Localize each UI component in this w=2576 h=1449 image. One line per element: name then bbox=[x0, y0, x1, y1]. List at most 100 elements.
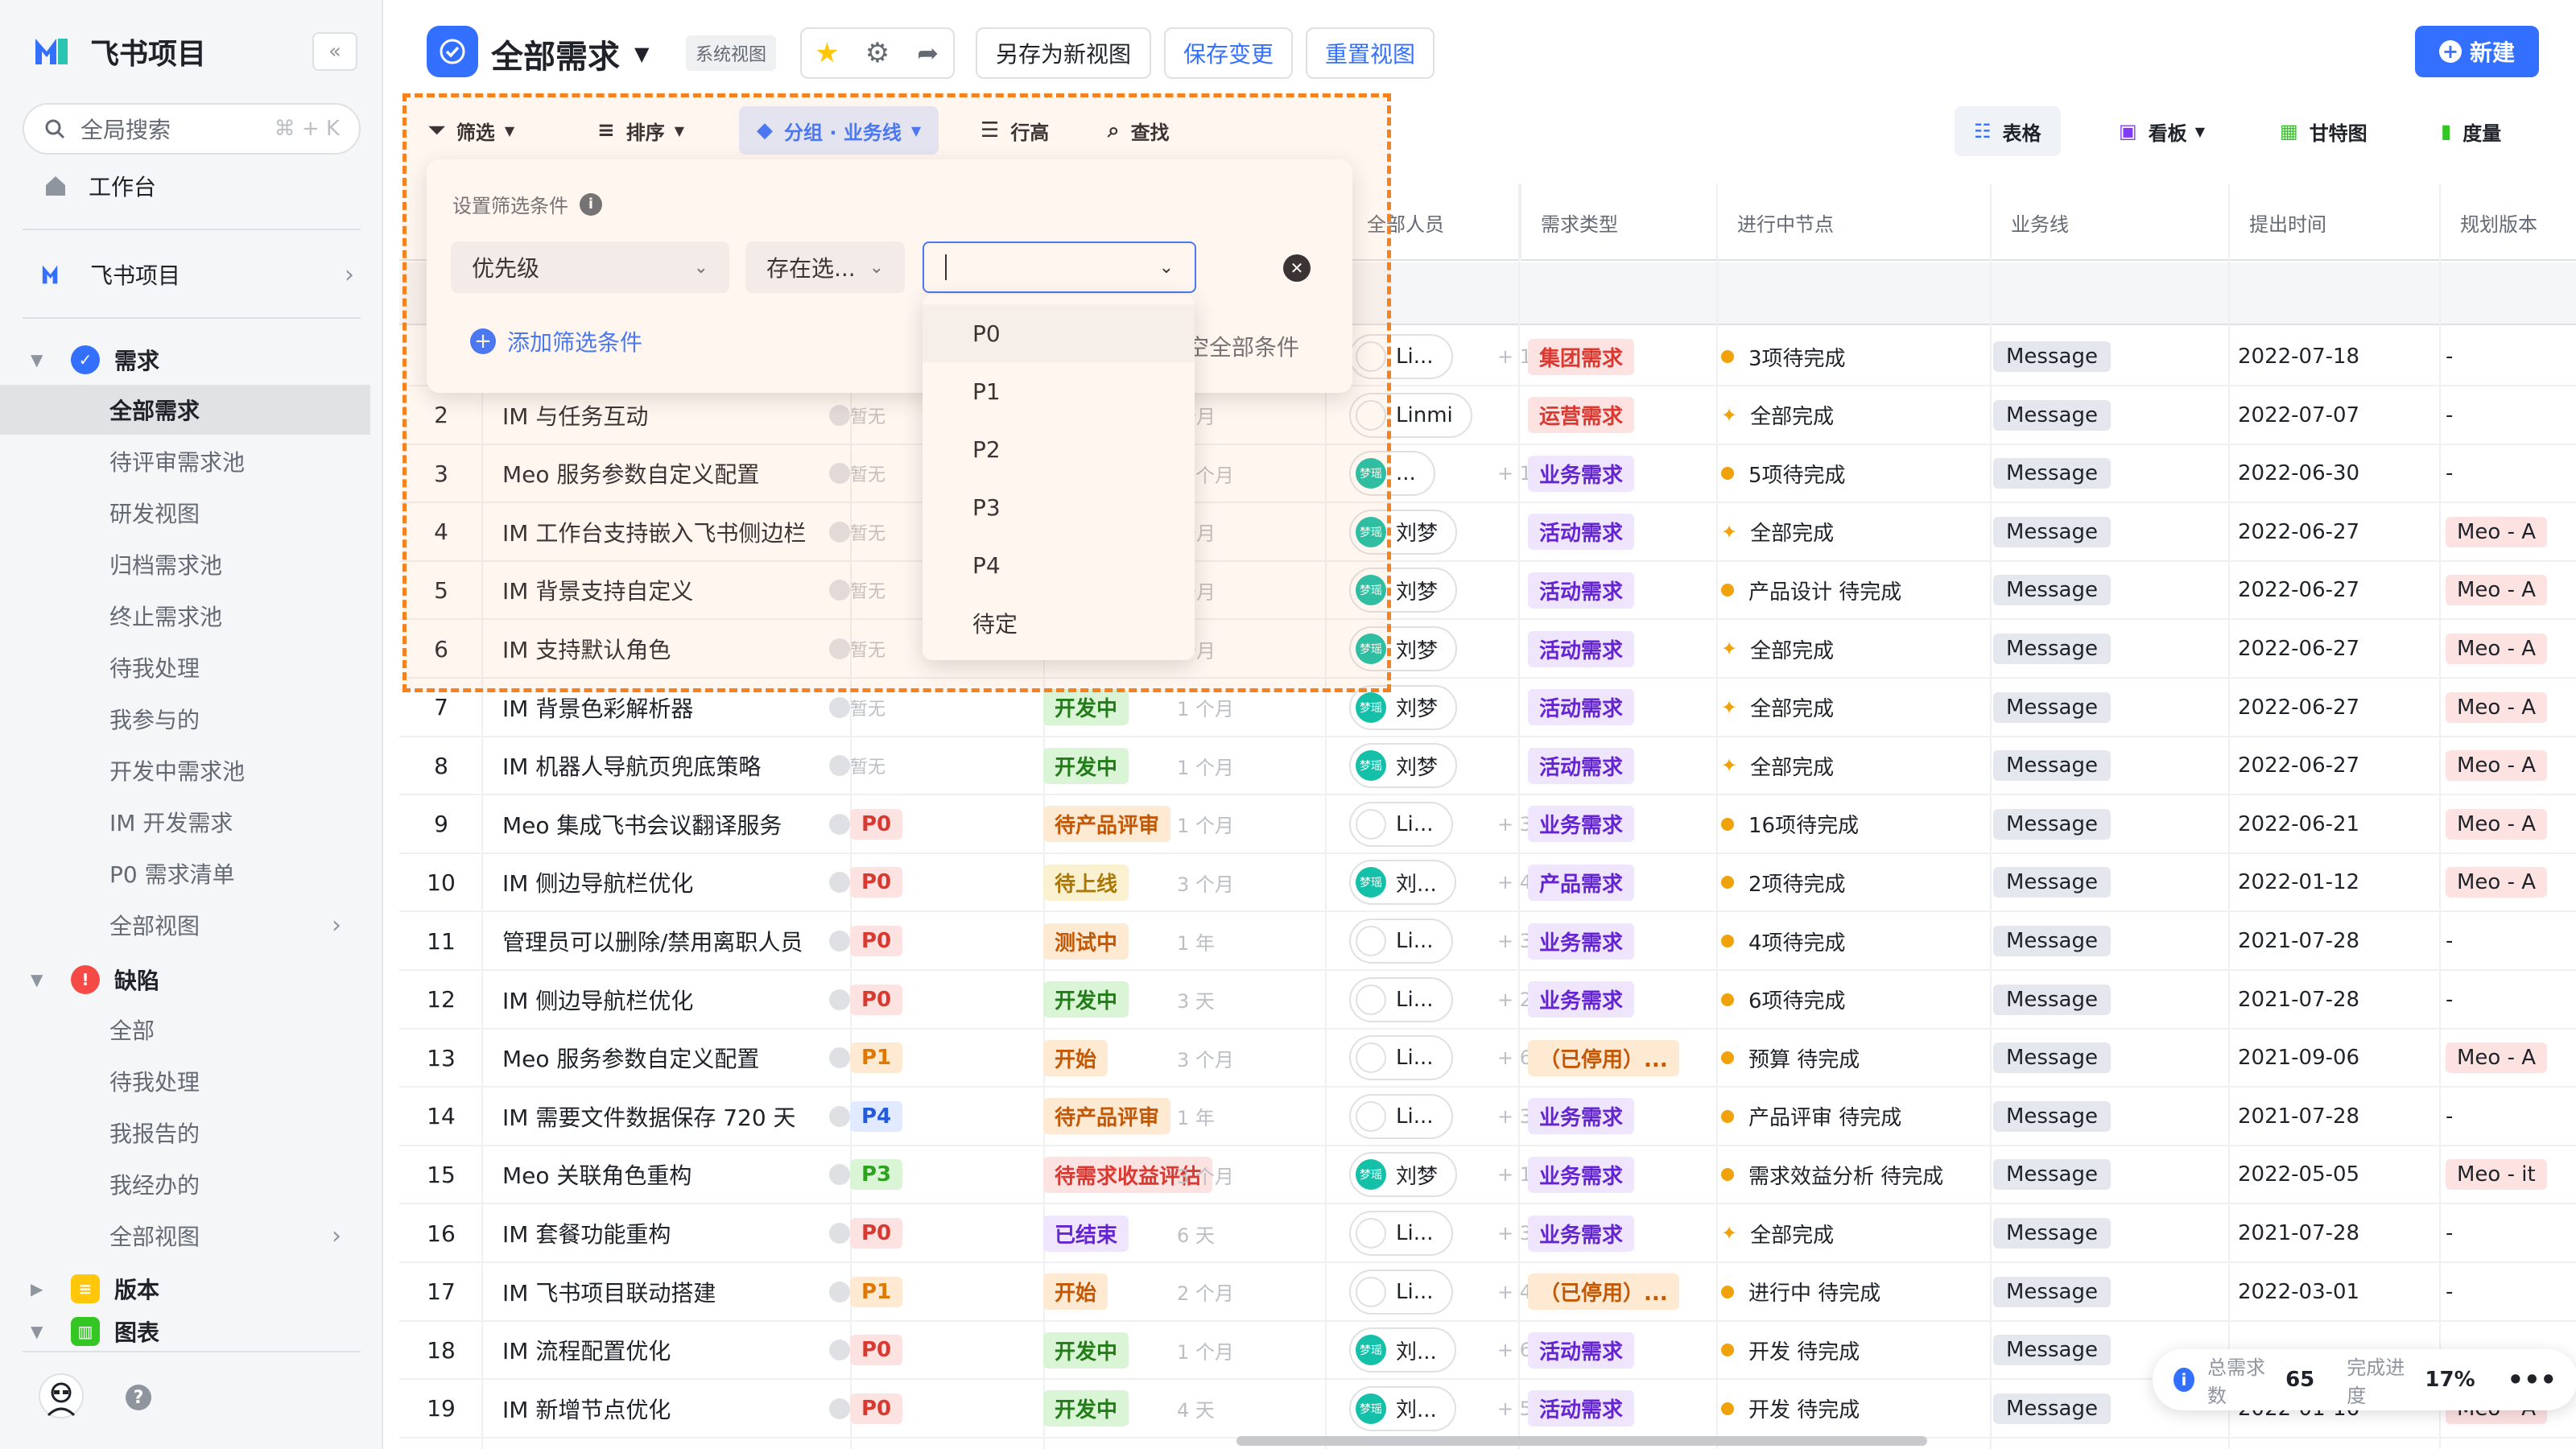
nav-all-requirements[interactable]: 全部需求 bbox=[0, 385, 370, 435]
people-cell[interactable]: 梦瑶 刘... bbox=[1349, 852, 1456, 912]
status-cell[interactable]: 待上线 bbox=[1043, 852, 1129, 912]
people-cell[interactable]: 梦瑶 刘梦 bbox=[1349, 678, 1458, 737]
table-row[interactable]: 3 Meo 服务参数自定义配置 暂无 1 个月 梦瑶... + 10 业务需求 5项待完成 Me… bbox=[399, 444, 2576, 504]
nav-bug-handled[interactable]: 我经办的 bbox=[0, 1159, 370, 1209]
node-cell[interactable]: ✦ 全部完成 bbox=[1721, 1203, 1834, 1263]
priority-cell[interactable]: 暂无 bbox=[850, 444, 886, 503]
biz-cell[interactable]: Message bbox=[1993, 502, 2111, 562]
priority-cell[interactable]: P0 bbox=[850, 795, 903, 854]
status-cell[interactable]: 开始 bbox=[1043, 1028, 1108, 1088]
biz-cell[interactable]: Message bbox=[1993, 970, 2111, 1030]
node-cell[interactable]: 6项待完成 bbox=[1721, 970, 1846, 1030]
user-avatar[interactable] bbox=[39, 1373, 84, 1418]
nav-p0-list[interactable]: P0 需求清单 bbox=[0, 848, 370, 898]
new-button[interactable]: + 新建 bbox=[2415, 26, 2539, 77]
section-bugs[interactable]: ▼ ! 缺陷 bbox=[0, 955, 383, 1005]
requirement-title[interactable]: Meo 服务参数自定义配置 bbox=[502, 444, 832, 503]
version-cell[interactable]: - bbox=[2446, 1262, 2453, 1322]
people-cell[interactable]: Li... bbox=[1349, 1028, 1453, 1088]
priority-cell[interactable]: 暂无 bbox=[850, 619, 886, 679]
workbench-link[interactable]: 工作台 bbox=[0, 161, 383, 211]
requirement-title[interactable]: Meo 关联角色重构 bbox=[502, 1145, 832, 1204]
comment-icon[interactable] bbox=[829, 813, 850, 835]
requirement-title[interactable]: IM 套餐功能重构 bbox=[502, 1203, 832, 1263]
node-cell[interactable]: 进行中 待完成 bbox=[1721, 1262, 1880, 1322]
table-row[interactable]: 11 管理员可以删除/禁用离职人员 P0 测试中 1 年 Li... + 3 业务需求 4项待完… bbox=[399, 911, 2576, 971]
comment-icon[interactable] bbox=[829, 755, 850, 777]
priority-cell[interactable]: 暂无 bbox=[850, 736, 886, 795]
version-cell[interactable]: - bbox=[2446, 327, 2453, 386]
type-cell[interactable]: 业务需求 bbox=[1528, 795, 1635, 854]
people-cell[interactable]: Linmi bbox=[1349, 386, 1472, 445]
type-cell[interactable]: 业务需求 bbox=[1528, 1203, 1635, 1263]
nav-participated[interactable]: 我参与的 bbox=[0, 694, 370, 744]
option-pending[interactable]: 待定 bbox=[923, 594, 1195, 652]
type-cell[interactable]: 活动需求 bbox=[1528, 560, 1635, 620]
node-cell[interactable]: ✦ 全部完成 bbox=[1721, 678, 1834, 737]
requirement-title[interactable]: 管理员可以删除/禁用离职人员 bbox=[502, 911, 832, 971]
help-icon[interactable]: ? bbox=[126, 1385, 151, 1410]
requirement-title[interactable]: Meo 集成飞书会议翻译服务 bbox=[502, 795, 832, 854]
comment-icon[interactable] bbox=[829, 931, 850, 952]
biz-cell[interactable]: Message bbox=[1993, 1087, 2111, 1146]
comment-icon[interactable] bbox=[829, 580, 850, 601]
filter-tool[interactable]: ⏷ 筛选 ▼ bbox=[428, 106, 514, 155]
status-cell[interactable]: 开发中 bbox=[1043, 1320, 1129, 1380]
people-cell[interactable]: Li... bbox=[1349, 911, 1453, 971]
version-cell[interactable]: Meo - A bbox=[2446, 619, 2548, 679]
priority-cell[interactable]: P0 bbox=[850, 911, 903, 971]
version-cell[interactable]: Meo - A bbox=[2446, 795, 2548, 854]
node-cell[interactable]: 预算 待完成 bbox=[1721, 1028, 1860, 1088]
option-p2[interactable]: P2 bbox=[923, 420, 1195, 478]
comment-icon[interactable] bbox=[829, 404, 850, 426]
people-cell[interactable]: 梦瑶 刘... bbox=[1349, 1320, 1456, 1380]
people-cell[interactable]: Li... bbox=[1349, 1203, 1453, 1263]
comment-icon[interactable] bbox=[829, 1223, 850, 1244]
requirement-title[interactable]: IM 与任务互动 bbox=[502, 386, 832, 445]
status-cell[interactable]: 开始 bbox=[1043, 1262, 1108, 1322]
people-cell[interactable]: 梦瑶 刘梦 bbox=[1349, 619, 1458, 679]
global-search[interactable]: 全局搜索 ⌘ + K bbox=[23, 103, 361, 155]
version-cell[interactable]: Meo - it bbox=[2446, 1145, 2547, 1204]
status-cell[interactable]: 测试中 bbox=[1043, 911, 1129, 971]
type-cell[interactable]: 集团需求 bbox=[1528, 327, 1635, 386]
nav-dev-view[interactable]: 研发视图 bbox=[0, 488, 370, 538]
comment-icon[interactable] bbox=[829, 463, 850, 485]
biz-cell[interactable]: Message bbox=[1993, 386, 2111, 445]
node-cell[interactable]: 5项待完成 bbox=[1721, 444, 1846, 503]
gear-icon[interactable]: ⚙ bbox=[852, 37, 903, 69]
remove-condition-icon[interactable]: ✕ bbox=[1283, 254, 1311, 282]
table-row[interactable]: 7 IM 背景色彩解析器 暂无 开发中 1 个月 梦瑶 刘梦 活动需求 ✦ 全部完成 Message… bbox=[399, 678, 2576, 737]
comment-icon[interactable] bbox=[829, 1397, 850, 1419]
share-icon[interactable]: ➦ bbox=[902, 38, 953, 68]
comment-icon[interactable] bbox=[829, 1105, 850, 1127]
biz-cell[interactable]: Message bbox=[1993, 560, 2111, 620]
biz-cell[interactable]: Message bbox=[1993, 852, 2111, 912]
biz-cell[interactable]: Message bbox=[1993, 1320, 2111, 1380]
type-cell[interactable]: （已停用）... bbox=[1528, 1028, 1679, 1088]
nav-bug-reported[interactable]: 我报告的 bbox=[0, 1108, 370, 1158]
col-time[interactable]: 提出时间 bbox=[2228, 184, 2439, 261]
version-cell[interactable]: - bbox=[2446, 911, 2453, 971]
requirement-title[interactable]: Meo 服务参数自定义配置 bbox=[502, 1028, 832, 1088]
view-title-dropdown[interactable]: 全部需求 ▼ bbox=[491, 31, 649, 77]
type-cell[interactable]: 活动需求 bbox=[1528, 1379, 1635, 1439]
project-switcher[interactable]: 飞书项目 › bbox=[0, 250, 383, 299]
type-cell[interactable]: 业务需求 bbox=[1528, 444, 1635, 503]
comment-icon[interactable] bbox=[829, 872, 850, 894]
table-row[interactable]: 13 Meo 服务参数自定义配置 P1 开始 3 个月 Li... + 6 （已停用）... 预… bbox=[399, 1028, 2576, 1088]
type-cell[interactable]: 活动需求 bbox=[1528, 678, 1635, 737]
biz-cell[interactable]: Message bbox=[1993, 1028, 2111, 1088]
requirement-title[interactable]: IM 支持默认角色 bbox=[502, 619, 832, 679]
version-cell[interactable]: Meo - A bbox=[2446, 1028, 2548, 1088]
status-cell[interactable]: 开发中 bbox=[1043, 736, 1129, 795]
tab-metrics[interactable]: ▮ 度量 bbox=[2421, 106, 2520, 156]
col-version[interactable]: 规划版本 bbox=[2439, 184, 2576, 261]
biz-cell[interactable]: Message bbox=[1993, 327, 2111, 386]
comment-icon[interactable] bbox=[829, 638, 850, 659]
people-cell[interactable]: Li... bbox=[1349, 795, 1453, 854]
node-cell[interactable]: ✦ 全部完成 bbox=[1721, 386, 1834, 445]
node-cell[interactable]: 16项待完成 bbox=[1721, 795, 1859, 854]
table-row[interactable]: 5 IM 背景支持自定义 暂无 个月 梦瑶 刘梦 活动需求 产品设计 待完成 Message 20… bbox=[399, 560, 2576, 621]
priority-cell[interactable]: 暂无 bbox=[850, 386, 886, 445]
